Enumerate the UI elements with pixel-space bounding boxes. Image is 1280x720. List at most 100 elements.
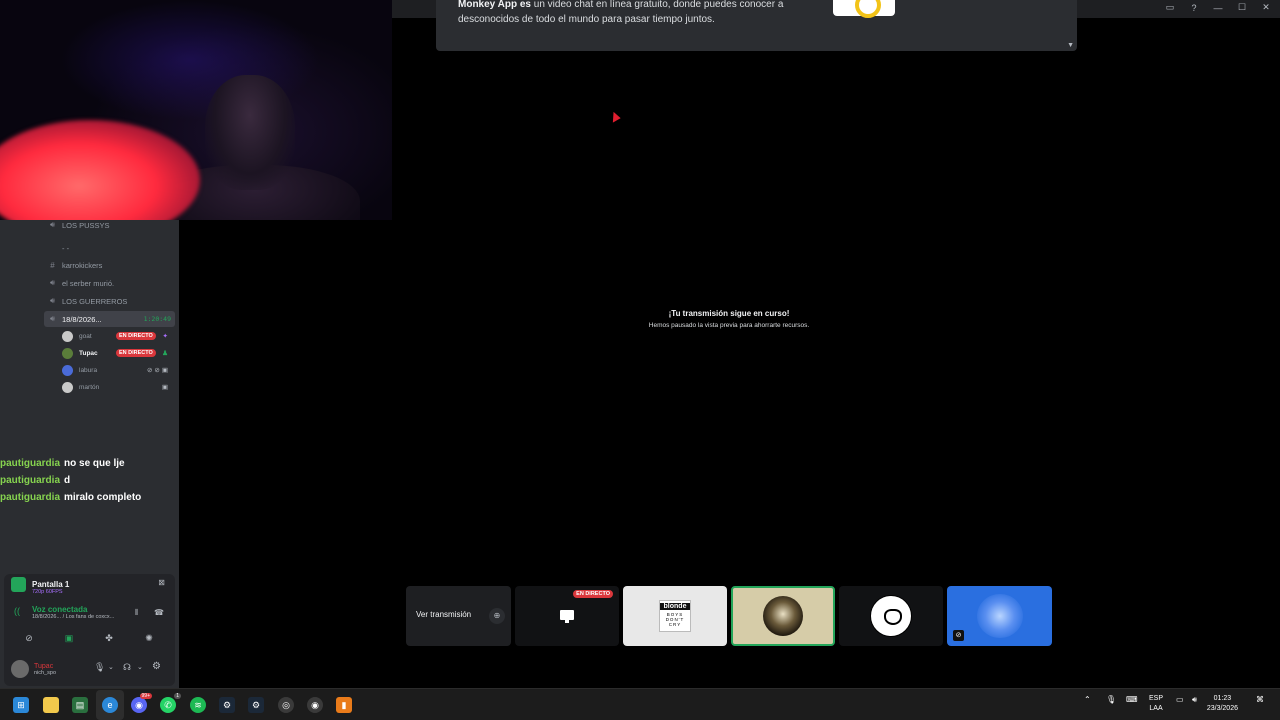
voice-user-goat[interactable]: goat EN DIRECTO ✦ [62, 328, 174, 344]
notification-badge: 1 [174, 693, 181, 699]
steam-icon[interactable]: ⚙ [248, 697, 264, 713]
soundboard-icon: ✺ [145, 632, 153, 643]
chevron-down-icon[interactable]: ⌄ [108, 663, 114, 671]
window-controls: ▭ ? — ☐ ✕ [1164, 2, 1272, 13]
screen-share-icon [11, 577, 26, 592]
stream-tile-live[interactable]: EN DIRECTO [515, 586, 619, 646]
channel-label: - - [62, 243, 70, 253]
album-subtitle: BOYS DON'T CRY [665, 612, 685, 627]
live-badge: EN DIRECTO [116, 349, 156, 357]
participant-tile[interactable] [839, 586, 943, 646]
speaker-icon: 🔊︎ [49, 220, 56, 229]
close-icon[interactable]: ✕ [1260, 2, 1272, 13]
app-icon[interactable]: ▮ [336, 697, 352, 713]
popup-brand: Monkey App es [458, 0, 531, 10]
chevron-up-icon[interactable]: ⌃ [1084, 695, 1091, 704]
file-explorer-icon[interactable] [43, 697, 59, 713]
popup-text: Monkey App es un video chat en línea gra… [458, 0, 818, 27]
participant-tile-speaking[interactable] [731, 586, 835, 646]
monkey-logo-icon [833, 0, 895, 18]
user-area[interactable]: Tupac nich_spo [11, 660, 56, 678]
avatar [870, 595, 912, 637]
app-icon[interactable]: ◎ [278, 697, 294, 713]
screen-share-row[interactable]: Pantalla 1 720p 60FPS [11, 577, 70, 595]
link-preview-popup[interactable]: Monkey App es un video chat en línea gra… [436, 0, 1077, 51]
channel-los-guerreros[interactable]: 🔊︎ LOS GUERREROS [0, 293, 179, 309]
noise-suppression-icon[interactable]: ⫴ [135, 608, 138, 618]
voice-user-name: labura [79, 366, 98, 374]
voice-user-labura[interactable]: labura ⊘⊘▣ [62, 362, 174, 378]
camera-off-button[interactable]: ⊘ [14, 630, 44, 646]
user-status: nich_spo [34, 669, 57, 676]
inbox-icon[interactable]: ▭ [1164, 2, 1176, 13]
minimize-icon[interactable]: — [1212, 3, 1224, 13]
channel-karrokickers[interactable]: # karrokickers [0, 257, 179, 273]
volume-icon[interactable]: 🔊︎ [1192, 695, 1197, 705]
screen-share-button[interactable]: ▣ [54, 630, 84, 646]
voice-panel: Pantalla 1 720p 60FPS ⊠ (( Voz conectada… [4, 574, 175, 686]
chat-author: pautiguardia [0, 492, 61, 503]
mouse-cursor-icon [608, 110, 621, 123]
voice-user-name: goat [79, 332, 92, 340]
microphone-icon[interactable]: 🎙︎ [94, 662, 105, 673]
network-icon[interactable]: ▭ [1176, 695, 1184, 704]
channel-active-voice[interactable]: 🔊︎ 18/8/2026... 1:20:49 [44, 311, 175, 327]
headphones-icon[interactable]: ☊ [123, 662, 131, 673]
chat-message: pautiguardia d [0, 472, 179, 489]
live-badge: EN DIRECTO [573, 590, 613, 598]
maximize-icon[interactable]: ☐ [1236, 2, 1248, 13]
speaker-icon: 🔊︎ [49, 278, 56, 287]
disconnect-icon[interactable]: ☎ [154, 608, 164, 617]
voice-connection[interactable]: Voz conectada 18/8/2026... / Los fans de… [32, 605, 114, 620]
stop-share-icon[interactable]: ⊠ [158, 578, 165, 587]
chat-message: pautiguardia no se que lje [0, 455, 179, 472]
screen-title: Pantalla 1 [32, 580, 70, 589]
keyboard-icon[interactable]: ⌨ [1126, 695, 1138, 704]
voice-user-tupac[interactable]: Tupac EN DIRECTO ♟ [62, 345, 174, 361]
avatar [11, 660, 29, 678]
chat-text: no se que lje [64, 458, 125, 469]
camera-off-icon: ⊘ [25, 632, 33, 643]
channel-los-pussys[interactable]: 🔊︎ LOS PUSSYS [0, 217, 179, 233]
channel-el-serber-murio[interactable]: 🔊︎ el serber murió. [0, 275, 179, 291]
help-icon[interactable]: ? [1188, 3, 1200, 13]
soundboard-button[interactable]: ✺ [134, 630, 164, 646]
spotify-icon[interactable]: ≋ [190, 697, 206, 713]
app-icon[interactable]: ◉ [307, 697, 323, 713]
discord-icon[interactable]: ◉ 99+ [131, 693, 152, 713]
clock[interactable]: 01:23 23/3/2026 [1207, 694, 1238, 714]
voice-user-marton[interactable]: martón ▣ [62, 379, 174, 395]
voice-user-name: martón [79, 383, 100, 391]
chat-author: pautiguardia [0, 475, 61, 486]
watch-stream-tile[interactable]: Ver transmisión ⊕ [406, 586, 511, 646]
edge-browser-icon[interactable]: e [102, 697, 118, 713]
whatsapp-icon[interactable]: ✆ 1 [160, 693, 181, 713]
notification-icon[interactable]: ⌘ [1256, 695, 1264, 704]
microphone-icon[interactable]: 🎙︎ [1106, 695, 1116, 704]
search-icon[interactable]: ⊕ [489, 608, 505, 624]
webcam-red-light [0, 120, 200, 220]
activities-button[interactable]: ✤ [94, 630, 124, 646]
chevron-down-icon[interactable]: ⌄ [137, 663, 143, 671]
participant-tile[interactable]: ⊘ [947, 586, 1052, 646]
chat-text: miralo completo [64, 492, 142, 503]
voice-connected-label: Voz conectada [32, 605, 88, 614]
chat-message: pautiguardia miralo completo [0, 489, 179, 506]
speaker-icon: 🔊︎ [49, 314, 56, 323]
avatar [763, 596, 803, 636]
notification-badge: 99+ [139, 693, 152, 699]
activities-icon: ✤ [105, 632, 113, 643]
participant-tile[interactable]: blonde BOYS DON'T CRY [623, 586, 727, 646]
chat-text: d [64, 475, 71, 486]
scroll-down-icon[interactable]: ▼ [1067, 42, 1074, 49]
windows-start-icon[interactable]: ⊞ [13, 697, 29, 713]
stream-paused-message: ¡Tu transmisión sigue en curso! Hemos pa… [600, 309, 858, 329]
watch-stream-button[interactable]: Ver transmisión [416, 610, 471, 619]
steam-icon[interactable]: ⚙ [219, 697, 235, 713]
winrar-icon[interactable]: ▤ [72, 697, 88, 713]
channel-divider: - - [0, 240, 179, 256]
nitro-icon: ✦ [162, 333, 170, 340]
channel-label: el serber murió. [62, 278, 115, 288]
gear-icon[interactable]: ⚙ [152, 661, 161, 672]
language-indicator[interactable]: ESP LAA [1149, 694, 1163, 714]
